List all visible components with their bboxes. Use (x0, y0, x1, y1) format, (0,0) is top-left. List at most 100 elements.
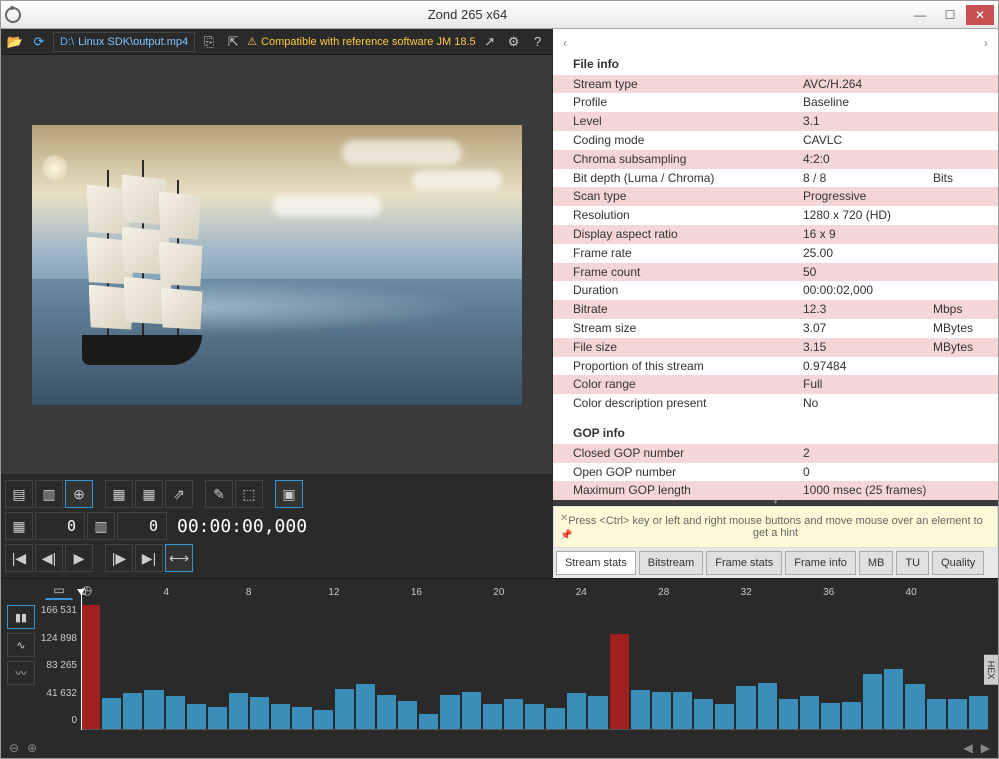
tab-frame-info[interactable]: Frame info (785, 551, 856, 575)
chart-bar[interactable] (758, 683, 777, 729)
tab-stream-stats[interactable]: Stream stats (556, 551, 636, 575)
chart-bar[interactable] (356, 684, 375, 729)
goto-end-button[interactable]: ▶| (135, 544, 163, 572)
tab-frame-stats[interactable]: Frame stats (706, 551, 782, 575)
chart-bar[interactable] (525, 704, 544, 729)
loop-button[interactable]: ⟷ (165, 544, 193, 572)
timeline-panel: ▭ ◷ ▮▮ ∿ 〰 166 531124 89883 26541 6320 0… (1, 578, 998, 758)
chart-bar[interactable] (314, 710, 333, 729)
tab-bitstream[interactable]: Bitstream (639, 551, 703, 575)
chart-bar[interactable] (483, 704, 502, 729)
step-fwd-button[interactable]: |▶ (105, 544, 133, 572)
chart-bar[interactable] (779, 699, 798, 729)
info-panel[interactable]: ‹› File info Stream typeAVC/H.264Profile… (553, 29, 998, 500)
chart-bar[interactable] (144, 690, 163, 729)
copy-icon[interactable]: ⎘ (199, 32, 219, 52)
chart-bar[interactable] (81, 605, 100, 729)
chart-bar[interactable] (673, 692, 692, 729)
chart-bar[interactable] (588, 696, 607, 729)
chart-bar[interactable] (927, 699, 946, 729)
chart-wave-button[interactable]: 〰 (7, 661, 35, 685)
chart-bar[interactable] (377, 695, 396, 729)
tabs-row: Stream statsBitstreamFrame statsFrame in… (553, 548, 998, 578)
chart-bar[interactable] (694, 699, 713, 729)
chart-bar[interactable] (800, 696, 819, 729)
tab-mb[interactable]: MB (859, 551, 894, 575)
chart-bar[interactable] (715, 704, 734, 729)
chart-bar[interactable] (440, 695, 459, 729)
play-button[interactable]: ▶ (65, 544, 93, 572)
hint-close-icon[interactable]: ✕ (560, 513, 568, 524)
color-tool[interactable]: ⊕ (65, 480, 93, 508)
frame-counter-a: 0 (35, 512, 85, 540)
tab-quality[interactable]: Quality (932, 551, 984, 575)
refresh-icon[interactable]: ⟳ (29, 32, 49, 52)
chart-bar[interactable] (821, 703, 840, 729)
prev-page-icon[interactable]: ‹ (563, 35, 567, 52)
chart-bar[interactable] (187, 704, 206, 729)
info-row: Frame count50 (553, 263, 998, 282)
chart-bar[interactable] (419, 714, 438, 729)
chart-bars-button[interactable]: ▮▮ (7, 605, 35, 629)
fullscreen-tool[interactable]: ▣ (275, 480, 303, 508)
chart-bar[interactable] (884, 669, 903, 729)
hint-pin-icon[interactable]: 📌 (560, 530, 572, 541)
overlay-tool-1[interactable]: ▤ (5, 480, 33, 508)
help-icon[interactable]: ? (528, 32, 548, 52)
chart-bar[interactable] (969, 696, 988, 729)
chart-bar[interactable] (208, 707, 227, 729)
timeline-mode-frames[interactable]: ▭ (45, 580, 73, 600)
external-link-icon[interactable]: ↗ (480, 32, 500, 52)
grid-tool-2[interactable]: ▦ (135, 480, 163, 508)
zoom-out-icon[interactable]: ⊖ (9, 741, 19, 755)
scroll-right-icon[interactable]: ▶ (981, 741, 990, 755)
chart-bar[interactable] (567, 693, 586, 729)
open-folder-icon[interactable]: 📂 (5, 32, 25, 52)
maximize-button[interactable]: ☐ (936, 5, 964, 25)
playhead[interactable] (81, 593, 82, 730)
chart-bar[interactable] (504, 699, 523, 729)
frame-pos-icon[interactable]: ▥ (87, 512, 115, 540)
export-icon[interactable]: ⇱ (223, 32, 243, 52)
chart-bar[interactable] (736, 686, 755, 729)
chart-bar[interactable] (905, 684, 924, 729)
chart-bar[interactable] (546, 708, 565, 729)
video-viewport[interactable] (1, 55, 552, 474)
hex-tab[interactable]: HEX (984, 654, 998, 685)
chart-bar[interactable] (863, 674, 882, 729)
vectors-tool[interactable]: ⇗ (165, 480, 193, 508)
chart-bar[interactable] (250, 697, 269, 729)
overlay-tool-2[interactable]: ▥ (35, 480, 63, 508)
chart-bar[interactable] (842, 702, 861, 729)
chart-bar[interactable] (462, 692, 481, 729)
chart-bar[interactable] (652, 692, 671, 729)
step-back-button[interactable]: ◀| (35, 544, 63, 572)
chart-bar[interactable] (398, 701, 417, 729)
chart-bar[interactable] (166, 696, 185, 729)
bitrate-chart[interactable]: 166 531124 89883 26541 6320 048121620242… (81, 601, 988, 730)
chart-bar[interactable] (271, 704, 290, 729)
chart-bar[interactable] (292, 707, 311, 729)
chart-bar[interactable] (102, 698, 121, 729)
chart-bar[interactable] (123, 693, 142, 729)
picker-tool[interactable]: ✎ (205, 480, 233, 508)
frame-index-icon[interactable]: ▦ (5, 512, 33, 540)
close-button[interactable]: ✕ (966, 5, 994, 25)
gear-icon[interactable]: ⚙ (504, 32, 524, 52)
chart-bar[interactable] (335, 689, 354, 729)
info-row: Scan typeProgressive (553, 187, 998, 206)
chart-bar[interactable] (948, 699, 967, 729)
grid-tool-1[interactable]: ▦ (105, 480, 133, 508)
zoom-in-icon[interactable]: ⊕ (27, 741, 37, 755)
tab-tu[interactable]: TU (896, 551, 929, 575)
chart-bar[interactable] (631, 690, 650, 729)
minimize-button[interactable]: — (906, 5, 934, 25)
chart-line-button[interactable]: ∿ (7, 633, 35, 657)
chart-bar[interactable] (229, 693, 248, 729)
file-path[interactable]: D:\ Linux SDK\output.mp4 (53, 32, 195, 52)
goto-start-button[interactable]: |◀ (5, 544, 33, 572)
scroll-left-icon[interactable]: ◀ (964, 741, 973, 755)
chart-bar[interactable] (610, 634, 629, 729)
next-page-icon[interactable]: › (984, 35, 988, 52)
region-tool[interactable]: ⬚ (235, 480, 263, 508)
